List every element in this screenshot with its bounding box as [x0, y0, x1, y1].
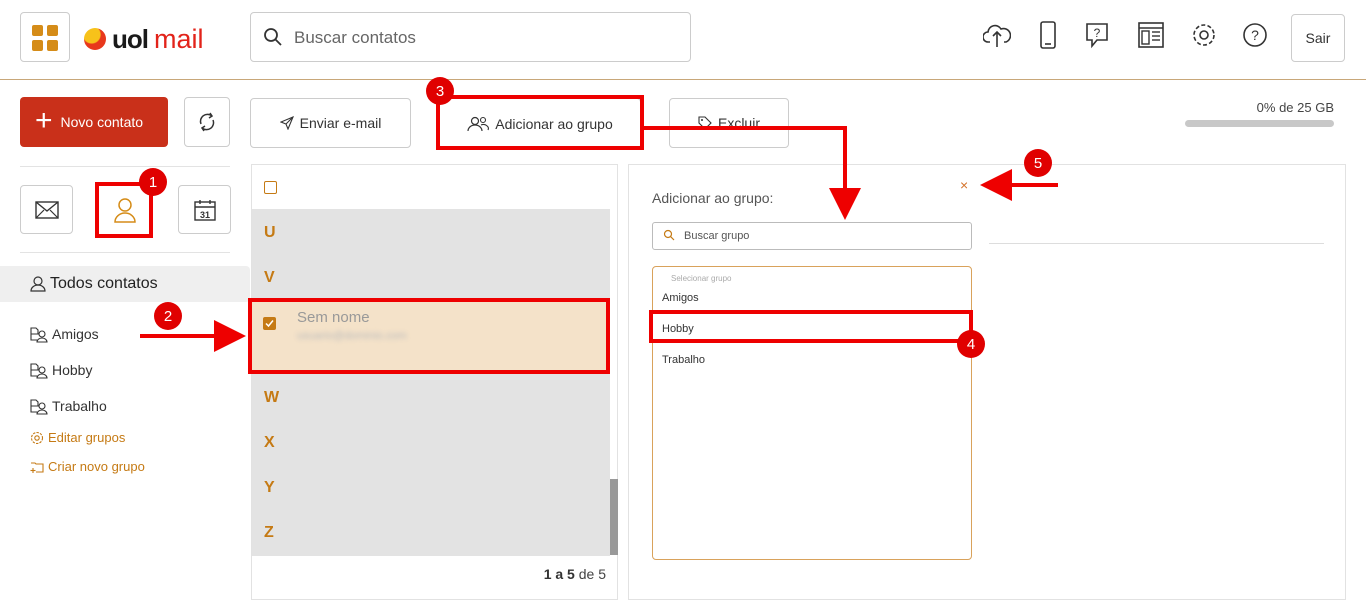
annotation-arrow-3	[644, 126, 861, 220]
annotation-badge-1: 1	[139, 168, 167, 196]
annotation-badge-5: 5	[1024, 149, 1052, 177]
annotation-badge-3: 3	[426, 77, 454, 105]
annotation-badge-2: 2	[154, 302, 182, 330]
annotation-badge-4: 4	[957, 330, 985, 358]
annotation-arrows	[140, 126, 1058, 352]
